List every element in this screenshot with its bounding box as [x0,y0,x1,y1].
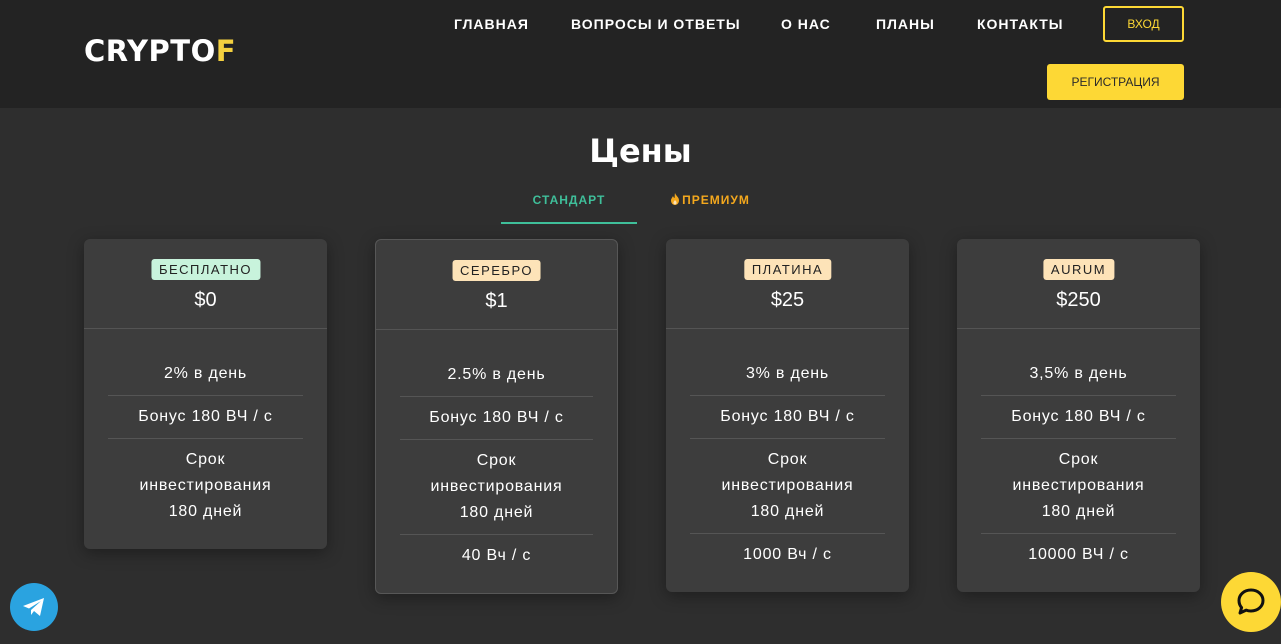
plan-card-free: БЕСПЛАТНО $0 2% в день Бонус 180 ВЧ / с … [84,239,327,549]
chat-icon [1237,588,1265,615]
nav-item-faq[interactable]: ВОПРОСЫ И ОТВЕТЫ [571,14,741,34]
nav-item-contacts[interactable]: КОНТАКТЫ [977,14,1063,34]
plan-feature-rate: 2% в день [108,353,303,396]
plan-feature-bonus: Бонус 180 ВЧ / с [981,396,1176,439]
plan-card-header: БЕСПЛАТНО $0 [84,239,327,329]
plan-card-header: AURUM $250 [957,239,1200,329]
plan-feature-bonus: Бонус 180 ВЧ / с [400,397,593,440]
plan-card-silver: СЕРЕБРО $1 2.5% в день Бонус 180 ВЧ / с … [375,239,618,594]
plan-features: 2.5% в день Бонус 180 ВЧ / с Срок инвест… [376,330,617,593]
page-title: Цены [589,132,692,170]
nav-item-home[interactable]: ГЛАВНАЯ [454,14,529,34]
site-logo[interactable]: CRYPTOF [84,34,250,68]
plan-badge: СЕРЕБРО [452,260,541,281]
site-header: CRYPTOF ГЛАВНАЯ ВОПРОСЫ И ОТВЕТЫ О НАС П… [0,0,1281,108]
plan-price: $25 [770,289,805,311]
flame-icon [671,193,680,205]
plan-price: $0 [194,289,217,311]
plan-features: 3% в день Бонус 180 ВЧ / с Срок инвестир… [666,329,909,592]
plan-feature-rate: 2.5% в день [400,354,593,397]
nav-item-plans[interactable]: ПЛАНЫ [876,14,935,34]
plan-badge: AURUM [1042,259,1115,280]
tab-premium[interactable]: ПРЕМИУМ [662,190,758,224]
logo-text-part1: CRYPTO [84,34,216,68]
live-chat-button[interactable] [1221,572,1281,632]
tab-standard-label: СТАНДАРТ [532,193,606,207]
nav-item-about[interactable]: О НАС [781,14,831,34]
plan-badge: БЕСПЛАТНО [150,259,261,280]
plan-feature-bonus: Бонус 180 ВЧ / с [108,396,303,439]
telegram-icon [23,598,44,616]
plan-feature-rate: 3% в день [690,353,885,396]
register-button[interactable]: РЕГИСТРАЦИЯ [1047,64,1184,100]
plan-price: $250 [1056,289,1101,311]
plan-features: 3,5% в день Бонус 180 ВЧ / с Срок инвест… [957,329,1200,592]
logo-text-part2: F [215,34,237,68]
plan-feature-term: Срок инвестирования 180 дней [139,451,272,520]
plan-feature-term: Срок инвестирования 180 дней [690,439,885,534]
plan-price: $1 [485,290,508,312]
plan-badge: ПЛАТИНА [743,259,832,280]
plan-feature-rate: 3,5% в день [981,353,1176,396]
plan-feature-power: 40 Вч / с [461,547,532,564]
plan-feature-bonus: Бонус 180 ВЧ / с [690,396,885,439]
plan-card-platinum: ПЛАТИНА $25 3% в день Бонус 180 ВЧ / с С… [666,239,909,592]
tab-standard[interactable]: СТАНДАРТ [501,190,637,224]
login-button[interactable]: ВХОД [1103,6,1184,42]
plan-card-header: ПЛАТИНА $25 [666,239,909,329]
plan-feature-term: Срок инвестирования 180 дней [981,439,1176,534]
plan-feature-power: 1000 Вч / с [743,546,832,563]
telegram-button[interactable] [10,583,58,631]
plan-feature-term: Срок инвестирования 180 дней [400,440,593,535]
plan-features: 2% в день Бонус 180 ВЧ / с Срок инвестир… [84,329,327,549]
plan-feature-power: 10000 ВЧ / с [1028,546,1129,563]
plan-card-aurum: AURUM $250 3,5% в день Бонус 180 ВЧ / с … [957,239,1200,592]
tab-premium-label: ПРЕМИУМ [682,193,750,207]
plan-card-header: СЕРЕБРО $1 [376,240,617,330]
